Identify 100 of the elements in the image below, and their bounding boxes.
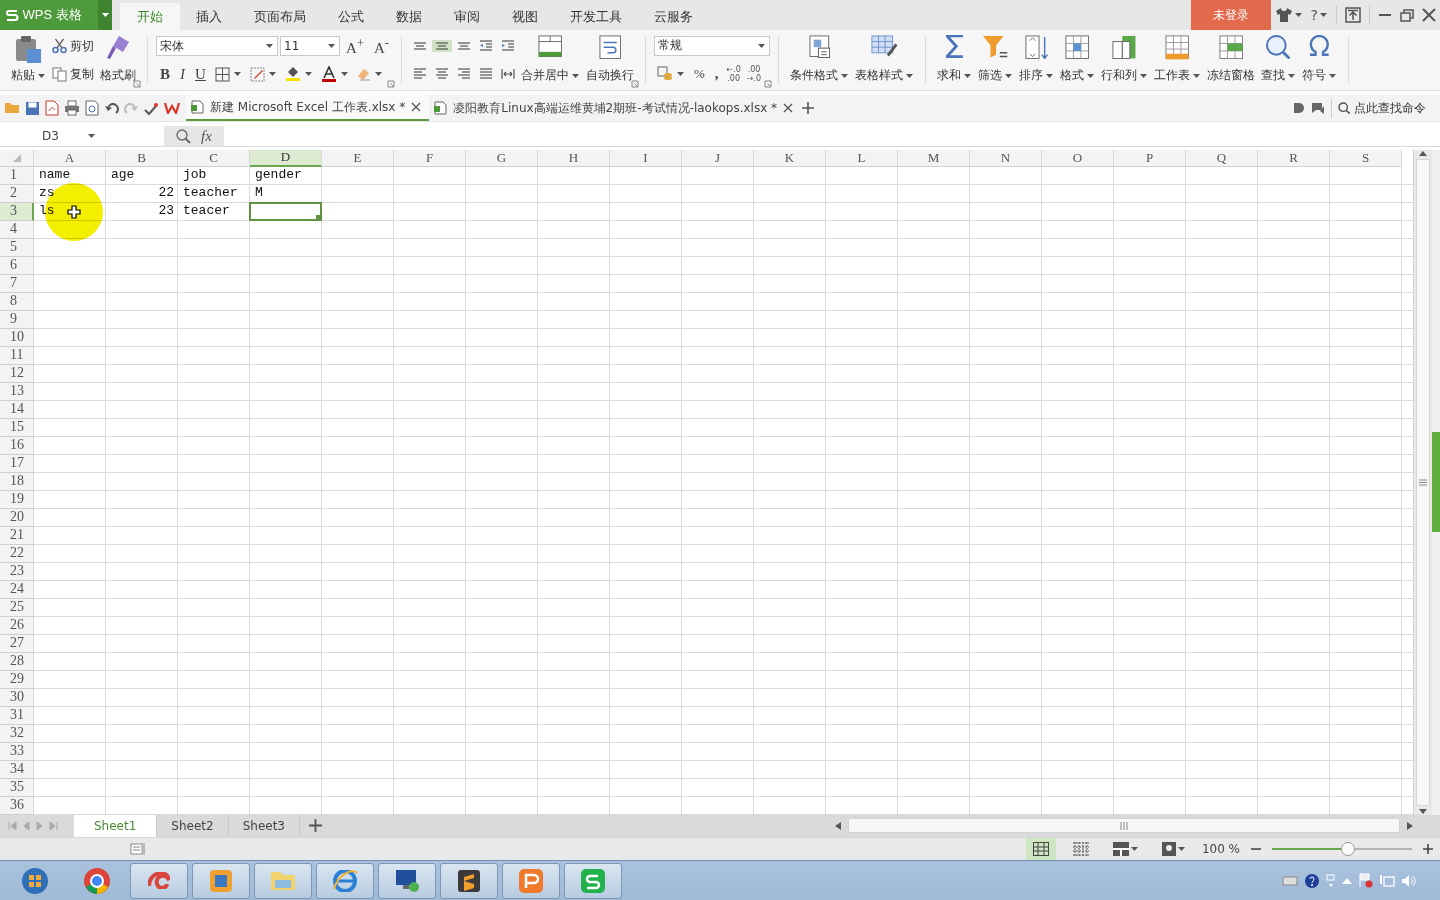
ribbon-tab[interactable]: 视图 [496, 3, 554, 30]
column-header[interactable]: F [394, 149, 466, 167]
ribbon-button[interactable]: 求和 [933, 32, 975, 88]
column-header[interactable]: O [1042, 149, 1114, 167]
taskbar-button[interactable] [378, 862, 436, 899]
ribbon-tab[interactable]: 数据 [380, 3, 438, 30]
speaker-icon[interactable] [1400, 873, 1416, 888]
sheet-tab[interactable]: Sheet1 [74, 814, 158, 838]
selected-cell[interactable] [251, 203, 320, 219]
document-icon[interactable] [130, 842, 145, 857]
number-format-dropdown[interactable]: 常规 [653, 35, 770, 56]
command-search-field[interactable]: 点此查找命令 [1331, 98, 1432, 118]
copy-button[interactable]: 复制 [49, 63, 97, 85]
thousands-button[interactable]: , [710, 62, 723, 85]
scrollbar-thumb[interactable] [1416, 158, 1430, 806]
column-header[interactable]: S [1330, 149, 1402, 167]
column-header[interactable]: I [610, 149, 682, 167]
arrow-up-icon[interactable] [1341, 876, 1354, 885]
w-logo-icon[interactable] [164, 102, 180, 115]
comment-icon[interactable] [1311, 101, 1326, 115]
ribbon-button[interactable]: 格式 [1056, 32, 1098, 88]
launcher-icon[interactable] [630, 80, 639, 89]
ribbon-button[interactable]: 筛选 [974, 32, 1016, 88]
launcher-icon[interactable] [133, 80, 141, 89]
zoom-in-icon[interactable] [1422, 843, 1434, 856]
column-header[interactable]: Q [1186, 149, 1258, 167]
document-tab[interactable]: 凌阳教育Linux高端运维黄埔2期班-考试情况-laokops.xlsx * [429, 95, 802, 122]
increase-decimal-button[interactable]: ←.0 .00 [724, 64, 743, 83]
save-icon[interactable] [25, 100, 40, 116]
ribbon-button[interactable]: 符号 [1298, 32, 1340, 88]
column-header[interactable]: M [898, 149, 970, 167]
paste-button[interactable]: 粘贴 [8, 32, 49, 88]
scroll-right-icon[interactable] [1406, 820, 1414, 831]
taskbar-button[interactable] [440, 862, 498, 899]
slider-thumb[interactable] [1340, 842, 1355, 857]
column-header[interactable]: R [1258, 149, 1330, 167]
network-icon[interactable] [1379, 874, 1395, 888]
percent-button[interactable]: % [689, 62, 709, 85]
ribbon-tab[interactable]: 公式 [322, 3, 380, 30]
ribbon-button[interactable]: 自动换行 [582, 32, 637, 88]
check-icon[interactable] [144, 101, 159, 115]
ribbon-tab[interactable]: 开始 [120, 3, 180, 30]
zoom-out-icon[interactable] [1250, 848, 1262, 851]
cut-button[interactable]: 剪切 [49, 35, 97, 57]
ribbon-tab[interactable]: 页面布局 [238, 3, 322, 30]
column-header[interactable]: E [322, 149, 394, 167]
help-icon[interactable] [1304, 872, 1321, 889]
printer-icon[interactable] [64, 100, 80, 117]
grow-font-button[interactable]: A$^{+}$ [342, 35, 368, 58]
ribbon-button[interactable]: 行和列 [1097, 32, 1151, 88]
ribbon-button[interactable]: 表格样式 [851, 32, 917, 88]
column-header[interactable]: A [34, 149, 106, 167]
flag-icon[interactable] [1359, 872, 1374, 889]
keyboard-icon[interactable] [1282, 875, 1299, 886]
column-header[interactable]: N [970, 149, 1042, 167]
normal-view-button[interactable] [1025, 838, 1056, 861]
launcher-icon[interactable] [386, 80, 395, 89]
scrollbar-thumb[interactable] [848, 818, 1400, 834]
column-header[interactable]: L [826, 149, 898, 167]
close-icon[interactable] [783, 103, 794, 114]
dropdown-button[interactable] [98, 0, 112, 30]
folder-icon[interactable] [4, 102, 20, 115]
column-header[interactable]: D [250, 149, 322, 167]
windows-icon[interactable] [1326, 873, 1336, 888]
ribbon-tab[interactable]: 插入 [180, 3, 238, 30]
ribbon-button[interactable]: 工作表 [1150, 32, 1204, 88]
column-header[interactable]: P [1114, 149, 1186, 167]
ribbon-button[interactable]: 冻结窗格 [1203, 32, 1258, 88]
launcher-icon[interactable] [763, 80, 772, 89]
close-icon[interactable] [411, 102, 422, 113]
undo-icon[interactable] [104, 102, 119, 114]
ribbon-button[interactable]: 条件格式 [786, 32, 852, 88]
d-shape-icon[interactable] [1293, 102, 1306, 115]
format-painter-button[interactable]: 格式刷 [97, 32, 139, 88]
shrink-font-button[interactable]: A$^{-}$ [369, 35, 393, 58]
ribbon-button[interactable]: 查找 [1257, 32, 1299, 88]
underline-button[interactable]: U [191, 63, 210, 86]
font-size-dropdown[interactable]: 11 [280, 36, 340, 57]
font-name-dropdown[interactable]: 宋体 [156, 36, 278, 57]
ribbon-button[interactable]: 排序 [1015, 32, 1057, 88]
column-header[interactable]: G [466, 149, 538, 167]
pdf-icon[interactable] [45, 100, 59, 117]
column-header[interactable]: H [538, 149, 610, 167]
scroll-left-icon[interactable] [834, 820, 842, 831]
ribbon-tab[interactable]: 开发工具 [554, 3, 638, 30]
document-tab[interactable]: 新建 Microsoft Excel 工作表.xlsx * [186, 95, 430, 122]
ribbon-tab[interactable]: 审阅 [438, 3, 496, 30]
preview-icon[interactable] [85, 100, 99, 117]
plus-icon[interactable] [801, 101, 816, 116]
ribbon-tab[interactable]: 云服务 [638, 3, 709, 30]
decrease-decimal-button[interactable]: .00 →.0 [744, 64, 764, 83]
column-header[interactable]: J [682, 149, 754, 167]
column-header[interactable]: C [178, 149, 250, 167]
zoom-icon[interactable] [176, 128, 192, 144]
column-header[interactable]: K [754, 149, 826, 167]
function-button[interactable]: fx [201, 127, 212, 145]
align-middle-button[interactable] [431, 39, 452, 52]
italic-button[interactable]: I [176, 63, 189, 86]
ribbon-button[interactable]: 合并居中 [517, 32, 583, 88]
bold-button[interactable]: B [156, 63, 174, 86]
